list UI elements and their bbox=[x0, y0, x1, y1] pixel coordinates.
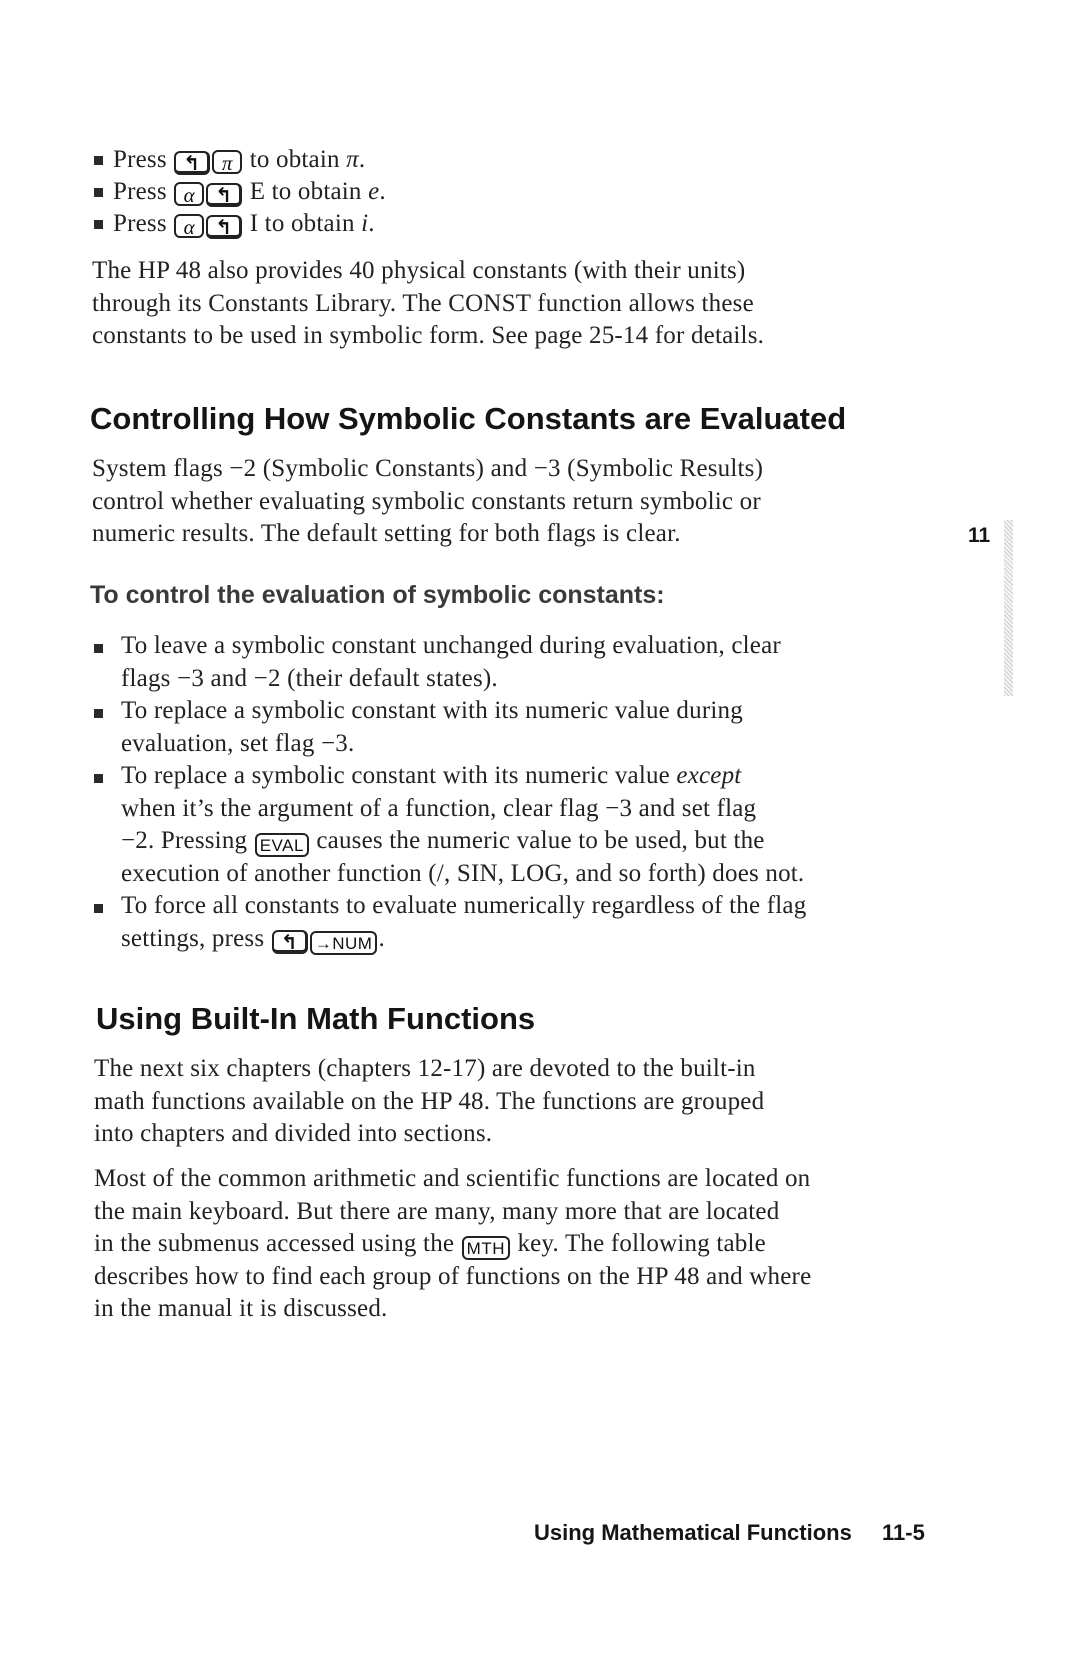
paragraph-line: numeric results. The default setting for… bbox=[92, 520, 681, 547]
bullet-marker bbox=[94, 774, 103, 783]
paragraph-line: control whether evaluating symbolic cons… bbox=[92, 488, 761, 515]
paragraph-line: System flags −2 (Symbolic Constants) and… bbox=[92, 455, 764, 482]
list-item-line: To leave a symbolic constant unchanged d… bbox=[121, 632, 781, 659]
list-item-line: To force all constants to evaluate numer… bbox=[121, 892, 807, 919]
mth-key: MTH bbox=[461, 1236, 510, 1260]
footer-page-number: 11-5 bbox=[882, 1520, 925, 1545]
paragraph-line: Most of the common arithmetic and scient… bbox=[94, 1165, 811, 1192]
list-item-line: when it’s the argument of a function, cl… bbox=[121, 795, 757, 822]
bullet-marker bbox=[94, 188, 103, 197]
paragraph-line: constants to be used in symbolic form. S… bbox=[92, 322, 765, 349]
procedure-subheading: To control the evaluation of symbolic co… bbox=[90, 581, 665, 609]
bullet-marker bbox=[94, 904, 103, 913]
paragraph-line: The HP 48 also provides 40 physical cons… bbox=[92, 257, 746, 284]
list-item: Press α ↰ E to obtain e. bbox=[113, 178, 386, 207]
chapter-tab-number: 11 bbox=[968, 524, 991, 547]
list-item-line: execution of another function (/, SIN, L… bbox=[121, 860, 805, 887]
list-item-line: evaluation, set flag −3. bbox=[121, 730, 355, 757]
paragraph-line: describes how to find each group of func… bbox=[94, 1263, 812, 1290]
list-item: Press ↰ π to obtain π. bbox=[113, 146, 366, 175]
section-heading: Using Built-In Math Functions bbox=[96, 1001, 536, 1036]
pi-key: π bbox=[212, 150, 243, 174]
list-item-line: −2. Pressing EVAL causes the numeric val… bbox=[121, 827, 765, 857]
left-shift-key: ↰ bbox=[271, 930, 308, 954]
paragraph-line: math functions available on the HP 48. T… bbox=[94, 1088, 765, 1115]
left-shift-key: ↰ bbox=[206, 183, 243, 207]
bullet-marker bbox=[94, 220, 103, 229]
paragraph-line: into chapters and divided into sections. bbox=[94, 1120, 493, 1147]
chapter-tab-marker bbox=[1004, 520, 1013, 696]
manual-page: Press ↰ π to obtain π. Press α ↰ E to obta… bbox=[0, 0, 1080, 1656]
list-item: Press α ↰ I to obtain i. bbox=[113, 210, 375, 239]
bullet-marker bbox=[94, 156, 103, 165]
list-item-line: flags −3 and −2 (their default states). bbox=[121, 665, 498, 692]
left-shift-key: ↰ bbox=[174, 151, 211, 175]
to-num-key: →NUM bbox=[309, 931, 378, 955]
footer-chapter-title: Using Mathematical Functions bbox=[534, 1520, 852, 1545]
eval-key: EVAL bbox=[254, 833, 309, 857]
paragraph-line: through its Constants Library. The CONST… bbox=[92, 290, 754, 317]
alpha-key: α bbox=[174, 182, 205, 206]
paragraph-line: the main keyboard. But there are many, m… bbox=[94, 1198, 780, 1225]
bullet-marker bbox=[94, 644, 103, 653]
alpha-key: α bbox=[174, 214, 205, 238]
left-shift-key: ↰ bbox=[206, 215, 243, 239]
paragraph-line: The next six chapters (chapters 12-17) a… bbox=[94, 1055, 756, 1082]
section-heading: Controlling How Symbolic Constants are E… bbox=[90, 401, 847, 436]
list-item-line: To replace a symbolic constant with its … bbox=[121, 762, 742, 789]
list-item-line: settings, press ↰ →NUM. bbox=[121, 925, 385, 955]
paragraph-line: in the manual it is discussed. bbox=[94, 1295, 388, 1322]
list-item-line: To replace a symbolic constant with its … bbox=[121, 697, 743, 724]
bullet-marker bbox=[94, 709, 103, 718]
paragraph-line: in the submenus accessed using the MTH k… bbox=[94, 1230, 766, 1260]
